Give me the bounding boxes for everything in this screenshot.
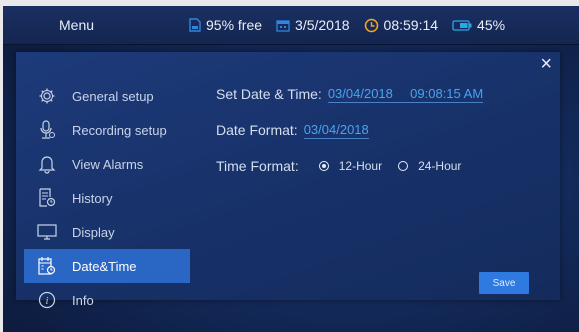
sidebar-item-history[interactable]: History bbox=[24, 181, 190, 215]
sidebar-item-label: View Alarms bbox=[72, 156, 144, 172]
date-time-settings: Set Date & Time: 03/04/2018 09:08:15 AM … bbox=[216, 84, 556, 192]
gear-icon bbox=[36, 85, 58, 107]
date-format-label: Date Format: bbox=[216, 122, 298, 138]
date-format-field[interactable]: 03/04/2018 bbox=[303, 122, 369, 139]
radio-12-hour-label: 12-Hour bbox=[338, 159, 383, 173]
set-date-time-label: Set Date & Time: bbox=[216, 86, 322, 102]
microphone-icon bbox=[36, 119, 58, 141]
history-icon bbox=[36, 187, 58, 209]
save-button[interactable]: Save bbox=[479, 272, 529, 294]
calendar-clock-icon bbox=[36, 255, 58, 277]
sidebar-item-general-setup[interactable]: General setup bbox=[24, 79, 190, 113]
menu-title[interactable]: Menu bbox=[59, 17, 189, 33]
bezel-left bbox=[0, 0, 3, 332]
sidebar-item-date-time[interactable]: Date&Time bbox=[24, 249, 190, 283]
time-text: 08:59:14 bbox=[383, 17, 439, 33]
settings-sidebar: General setup Recording setup View Alarm… bbox=[24, 79, 190, 317]
close-button[interactable]: × bbox=[540, 54, 552, 74]
sidebar-item-label: Display bbox=[72, 224, 115, 240]
sidebar-item-label: Info bbox=[72, 292, 94, 308]
battery-status: 45% bbox=[452, 17, 505, 33]
date-text: 3/5/2018 bbox=[295, 17, 350, 33]
date-status: 3/5/2018 bbox=[276, 17, 350, 33]
set-date-time-row: Set Date & Time: 03/04/2018 09:08:15 AM bbox=[216, 84, 556, 104]
info-icon: i bbox=[36, 289, 58, 311]
radio-unselected-icon bbox=[398, 161, 409, 171]
battery-text: 45% bbox=[477, 17, 506, 33]
sidebar-item-label: General setup bbox=[72, 88, 154, 104]
storage-icon bbox=[189, 18, 201, 32]
set-time-value: 09:08:15 AM bbox=[410, 85, 484, 101]
calendar-icon bbox=[276, 19, 290, 32]
radio-12-hour[interactable]: 12-Hour bbox=[318, 159, 383, 173]
sidebar-item-display[interactable]: Display bbox=[24, 215, 190, 249]
status-bar: Menu 95% free 3/5/2018 08:59:14 45% bbox=[3, 6, 579, 45]
time-status: 08:59:14 bbox=[364, 17, 439, 33]
date-format-row: Date Format: 03/04/2018 bbox=[216, 120, 556, 140]
clock-icon bbox=[364, 18, 378, 32]
monitor-icon bbox=[36, 221, 58, 243]
svg-text:i: i bbox=[46, 296, 49, 307]
set-date-time-field[interactable]: 03/04/2018 09:08:15 AM bbox=[327, 85, 484, 103]
sidebar-item-recording-setup[interactable]: Recording setup bbox=[24, 113, 190, 147]
sidebar-item-info[interactable]: i Info bbox=[24, 283, 190, 317]
radio-selected-icon bbox=[318, 161, 329, 171]
sidebar-item-view-alarms[interactable]: View Alarms bbox=[24, 147, 190, 181]
radio-24-hour-label: 24-Hour bbox=[418, 159, 462, 173]
storage-status: 95% free bbox=[189, 17, 262, 33]
bell-icon bbox=[36, 153, 58, 175]
sidebar-item-label: Date&Time bbox=[72, 258, 137, 274]
battery-icon bbox=[452, 19, 472, 31]
sidebar-item-label: Recording setup bbox=[72, 122, 167, 138]
settings-panel: × General setup Recording setup View Ala… bbox=[16, 52, 560, 309]
set-date-value: 03/04/2018 bbox=[327, 85, 393, 101]
time-format-row: Time Format: 12-Hour 24-Hour bbox=[216, 156, 556, 176]
device-screen: Menu 95% free 3/5/2018 08:59:14 45% × Ge… bbox=[0, 0, 579, 332]
time-format-label: Time Format: bbox=[216, 158, 299, 174]
sidebar-item-label: History bbox=[72, 190, 113, 206]
storage-text: 95% free bbox=[206, 17, 263, 33]
radio-24-hour[interactable]: 24-Hour bbox=[398, 159, 461, 173]
